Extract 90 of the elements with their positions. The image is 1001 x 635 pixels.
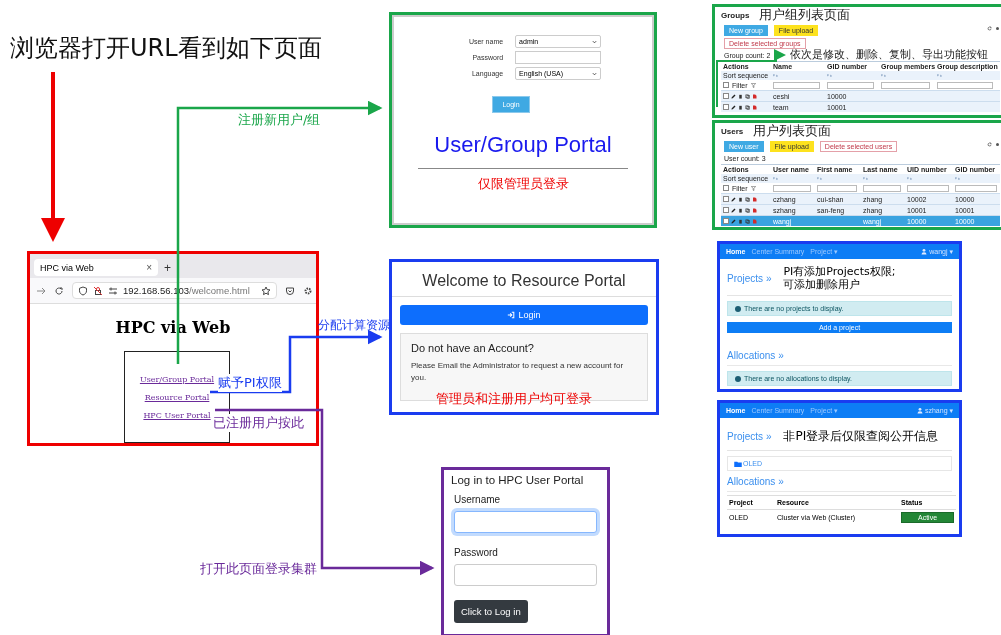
login-button[interactable]: Login <box>400 305 648 325</box>
section-heading[interactable]: Allocations » <box>727 473 952 492</box>
password-field[interactable] <box>515 51 602 64</box>
annotation-text: 依次是修改、删除、复制、导出功能按钮 <box>790 48 989 62</box>
input-field[interactable] <box>454 511 597 533</box>
filter-field[interactable] <box>907 184 949 192</box>
sort-icon[interactable] <box>937 74 943 77</box>
info-icon <box>735 305 741 312</box>
annotation-text: 用户组列表页面 <box>759 7 851 24</box>
annotation-text: 非PI登录后仅限查阅公开信息 <box>783 428 939 445</box>
filter-icon[interactable] <box>750 82 756 88</box>
chevron-icon <box>592 39 598 44</box>
star-icon[interactable] <box>260 285 271 296</box>
checkbox[interactable] <box>723 104 729 110</box>
sort-icon[interactable] <box>907 177 913 180</box>
user-icon <box>921 248 928 255</box>
sort-icon[interactable] <box>863 177 869 180</box>
filter-field[interactable] <box>955 184 997 192</box>
sort-icon[interactable] <box>773 177 779 180</box>
sort-icon[interactable] <box>955 177 961 180</box>
close-tab-button[interactable]: × <box>146 262 152 273</box>
checkbox[interactable] <box>723 218 729 224</box>
folder-icon <box>734 460 742 467</box>
filter-field[interactable] <box>827 81 874 89</box>
permissions-icon <box>108 285 118 296</box>
copy-icon[interactable] <box>745 93 750 99</box>
annotation-text: 仅限管理员登录 <box>477 175 569 193</box>
field-label: Username <box>454 494 502 505</box>
info-icon <box>735 375 741 382</box>
section-heading[interactable]: Allocations » <box>727 340 952 366</box>
annotation-text: 管理员和注册用户均可登录 <box>436 391 592 408</box>
portal-title: User/Group Portal <box>434 132 612 158</box>
settings-icon[interactable] <box>995 142 1000 147</box>
filter-field[interactable] <box>937 81 993 89</box>
checkbox[interactable] <box>723 93 729 99</box>
checkbox[interactable] <box>723 196 729 202</box>
filter-field[interactable] <box>881 81 930 89</box>
sort-icon[interactable] <box>773 74 779 77</box>
page-title: Users <box>721 127 744 136</box>
checkbox[interactable] <box>723 207 729 213</box>
lock-icon <box>93 285 103 296</box>
sign-in-icon <box>507 311 516 319</box>
gear-icon[interactable] <box>302 285 313 296</box>
refresh-icon[interactable] <box>987 26 992 31</box>
section-heading[interactable]: Projects » <box>727 431 772 442</box>
portal-link[interactable]: User/Group Portal <box>139 374 215 384</box>
shield-icon <box>78 285 88 296</box>
annotation-text: 用户列表页面 <box>753 123 832 140</box>
arrow-label: 赋予PI权限 <box>218 374 282 392</box>
reload-icon[interactable] <box>54 285 64 296</box>
card-text: Please Email the Administrator to request a new account for you. <box>411 360 625 384</box>
portal-link[interactable]: Resource Portal <box>144 392 210 402</box>
filter-field[interactable] <box>863 184 901 192</box>
diagram-heading: 浏览器打开URL看到如下页面 <box>10 33 322 64</box>
section-heading[interactable]: Projects » <box>727 272 772 284</box>
copy-icon[interactable] <box>745 196 750 202</box>
settings-icon[interactable] <box>995 26 1000 31</box>
sort-icon[interactable] <box>827 74 833 77</box>
welcome-title: Welcome to Resource Portal <box>392 262 656 297</box>
copy-icon[interactable] <box>745 207 750 213</box>
browser-tab[interactable]: HPC via Web × <box>34 259 158 276</box>
copy-icon[interactable] <box>745 218 750 224</box>
filter-field[interactable] <box>773 184 811 192</box>
new-tab-button[interactable]: + <box>164 260 171 275</box>
sort-icon[interactable] <box>817 177 823 180</box>
card-title: Do not have an Account? <box>411 342 535 354</box>
login-title: Log in to HPC User Portal <box>451 474 585 486</box>
annotation-text: 可添加删除用户 <box>783 278 862 291</box>
checkbox[interactable] <box>723 185 729 191</box>
portal-link[interactable]: HPC User Portal <box>143 410 211 420</box>
chevron-icon <box>592 71 598 76</box>
page-title: Groups <box>721 11 750 20</box>
login-button[interactable]: Click to Log in <box>454 600 528 623</box>
copy-icon[interactable] <box>745 104 750 110</box>
input-field[interactable] <box>454 564 597 586</box>
tab-title: HPC via Web <box>40 262 94 273</box>
checkbox[interactable] <box>723 82 729 88</box>
arrow-label: 打开此页面登录集群 <box>200 560 317 578</box>
user-icon <box>916 407 923 414</box>
annotation-text: PI有添加Projects权限; <box>783 265 896 278</box>
forward-icon[interactable] <box>36 285 46 296</box>
refresh-icon[interactable] <box>987 142 992 147</box>
filter-icon[interactable] <box>750 185 756 191</box>
pocket-icon[interactable] <box>284 285 295 296</box>
arrow-label: 注册新用户/组 <box>238 111 321 129</box>
sort-icon[interactable] <box>881 74 887 77</box>
field-label: Password <box>454 547 499 558</box>
filter-field[interactable] <box>817 184 857 192</box>
arrow-label: 已注册用户按此 <box>213 414 304 432</box>
filter-field[interactable] <box>773 81 820 89</box>
